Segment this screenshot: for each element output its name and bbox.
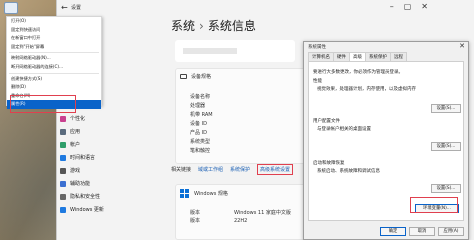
cancel-button[interactable]: 取消 (409, 227, 435, 236)
menu-item-map-drive[interactable]: 映射网络驱动器(N)... (7, 54, 101, 63)
sidebar-item-time-language[interactable]: 时间和语言 (60, 151, 160, 164)
startup-settings-button[interactable]: 设置(S)... (431, 184, 461, 193)
spec-row: 设备 ID (190, 121, 207, 127)
desktop-icon[interactable] (4, 2, 18, 14)
menu-item-pin-quick-access[interactable]: 固定到快速访问 (7, 26, 101, 35)
link-advanced-system-settings[interactable]: 高级系统设置 (257, 164, 294, 175)
highlight-annotation (410, 197, 458, 213)
sidebar-item-gaming[interactable]: 游戏 (60, 164, 160, 177)
admin-note: 要进行大多数更改，你必须作为管理员登录。 (313, 70, 403, 75)
windows-row-key: 版本 (190, 218, 201, 224)
link-domain-workgroup[interactable]: 域或工作组 (198, 166, 223, 175)
apply-button[interactable]: 应用(A) (438, 227, 464, 236)
shield-icon (60, 193, 66, 200)
sidebar-item-label: 隐私和安全性 (70, 194, 101, 200)
device-name-placeholder (183, 48, 237, 54)
profiles-desc: 与登录帐户相关的桌面设置 (317, 127, 371, 132)
windows-row-value: 22H2 (234, 218, 248, 224)
dialog-title: 系统属性 (308, 45, 326, 50)
apps-icon (60, 128, 66, 135)
menu-separator (9, 72, 99, 74)
sidebar-item-windows-update[interactable]: Windows 更新 (60, 203, 160, 216)
menu-item-disconnect-drive[interactable]: 断开网络驱动器的连接(C)... (7, 63, 101, 72)
sidebar-item-label: Windows 更新 (70, 207, 104, 213)
highlight-annotation (10, 95, 76, 113)
startup-desc: 系统启动、系统故障和调试信息 (317, 169, 380, 174)
spec-row: 系统类型 (190, 139, 211, 145)
breadcrumb: 系统 › 系统信息 (171, 17, 256, 34)
title-bar: ← 设置 –▢✕ (57, 0, 474, 16)
close-icon[interactable]: ✕ (459, 42, 465, 50)
globe-icon (60, 154, 66, 161)
accessibility-icon (60, 180, 66, 187)
windows-rows: 版本 Windows 11 家庭中文版 版本 22H2 (190, 209, 291, 225)
sidebar-item-accounts[interactable]: 帐户 (60, 138, 160, 151)
brush-icon (60, 115, 66, 122)
spec-header: 设备规格 (180, 73, 211, 80)
sidebar-item-label: 应用 (70, 129, 81, 135)
sidebar-item-privacy[interactable]: 隐私和安全性 (60, 190, 160, 203)
performance-desc: 视觉效果，处理器计划，内存使用，以及虚拟内存 (317, 87, 416, 92)
dialog-footer: 确定 取消 应用(A) (380, 227, 464, 236)
windows-row-key: 版本 (190, 210, 201, 216)
breadcrumb-separator: › (199, 19, 204, 33)
person-icon (60, 141, 66, 148)
startup-heading: 启动和故障恢复 (313, 161, 345, 166)
page-title: 系统信息 (207, 19, 256, 33)
spec-heading: 设备规格 (191, 74, 212, 80)
breadcrumb-parent[interactable]: 系统 (171, 19, 195, 33)
device-banner (175, 40, 295, 62)
menu-item-delete[interactable]: 删除(D) (7, 83, 101, 92)
menu-item-open-new-window[interactable]: 在新窗口中打开 (7, 34, 101, 43)
windows-row-value: Windows 11 家庭中文版 (234, 210, 291, 216)
related-label: 相关链接 (171, 167, 192, 173)
sidebar-item-label: 个性化 (70, 116, 86, 122)
windows-heading: Windows 规格 (194, 191, 228, 197)
menu-item-open[interactable]: 打开(O) (7, 17, 101, 26)
menu-item-create-shortcut[interactable]: 创建快捷方式(S) (7, 75, 101, 84)
back-arrow-icon[interactable]: ← (61, 3, 68, 12)
spec-row: 笔和触控 (190, 148, 211, 154)
profiles-settings-button[interactable]: 设置(S)... (431, 142, 461, 151)
sidebar-item-label: 辅助功能 (70, 181, 91, 187)
windows-header: Windows 规格 (180, 189, 228, 198)
performance-settings-button[interactable]: 设置(S)... (431, 104, 461, 113)
profiles-heading: 用户配置文件 (313, 119, 340, 124)
sidebar-nav: 个性化 应用 帐户 时间和语言 游戏 辅助功能 隐私和安全性 Windows 更… (60, 112, 160, 216)
windows-logo-icon (180, 189, 189, 198)
menu-item-pin-start[interactable]: 固定到"开始"屏幕 (7, 43, 101, 52)
spec-row: 设备名称 (190, 94, 211, 100)
sidebar-item-apps[interactable]: 应用 (60, 125, 160, 138)
spec-rows: 设备名称 处理器 机带 RAM 设备 ID 产品 ID 系统类型 笔和触控 (190, 93, 213, 156)
spec-row: 产品 ID (190, 130, 207, 136)
sidebar-item-personalization[interactable]: 个性化 (60, 112, 160, 125)
ok-button[interactable]: 确定 (380, 227, 406, 236)
sidebar-item-label: 帐户 (70, 142, 81, 148)
performance-heading: 性能 (313, 79, 322, 84)
window-controls[interactable]: –▢✕ (390, 2, 438, 11)
monitor-icon (180, 74, 187, 79)
spec-row: 机带 RAM (190, 112, 213, 118)
update-icon (60, 206, 66, 213)
gamepad-icon (60, 167, 66, 174)
link-system-protection[interactable]: 系统保护 (230, 166, 250, 175)
system-properties-dialog: 系统属性 ✕ 计算机名 硬件 高级 系统保护 远程 要进行大多数更改，你必须作为… (303, 41, 469, 240)
sidebar-item-accessibility[interactable]: 辅助功能 (60, 177, 160, 190)
spec-row: 处理器 (190, 103, 206, 109)
menu-separator (9, 52, 99, 54)
sidebar-item-label: 时间和语言 (70, 155, 96, 161)
app-title: 设置 (71, 5, 82, 11)
related-links: 相关链接 域或工作组 系统保护 高级系统设置 (171, 164, 294, 175)
sidebar-item-label: 游戏 (70, 168, 81, 174)
context-menu: 打开(O) 固定到快速访问 在新窗口中打开 固定到"开始"屏幕 映射网络驱动器(… (6, 16, 102, 109)
